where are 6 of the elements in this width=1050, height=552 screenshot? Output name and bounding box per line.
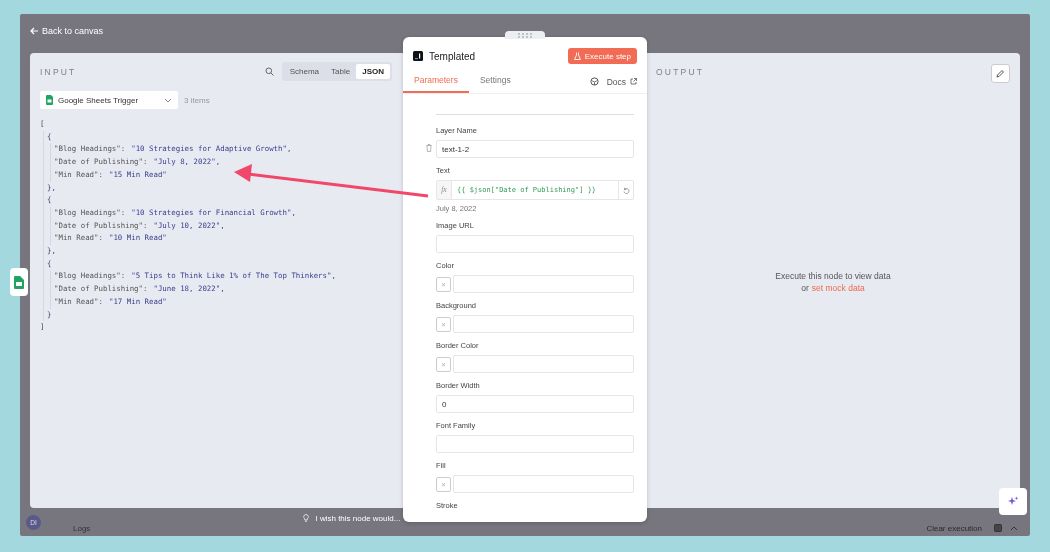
panel-title: OUTPUT (656, 66, 705, 77)
panel-title: INPUT (40, 66, 77, 77)
node-title: Templated (429, 50, 476, 62)
item-count: 3 items (184, 95, 210, 105)
empty-message: Execute this node to view data (775, 270, 891, 281)
or-text: or (801, 282, 809, 293)
